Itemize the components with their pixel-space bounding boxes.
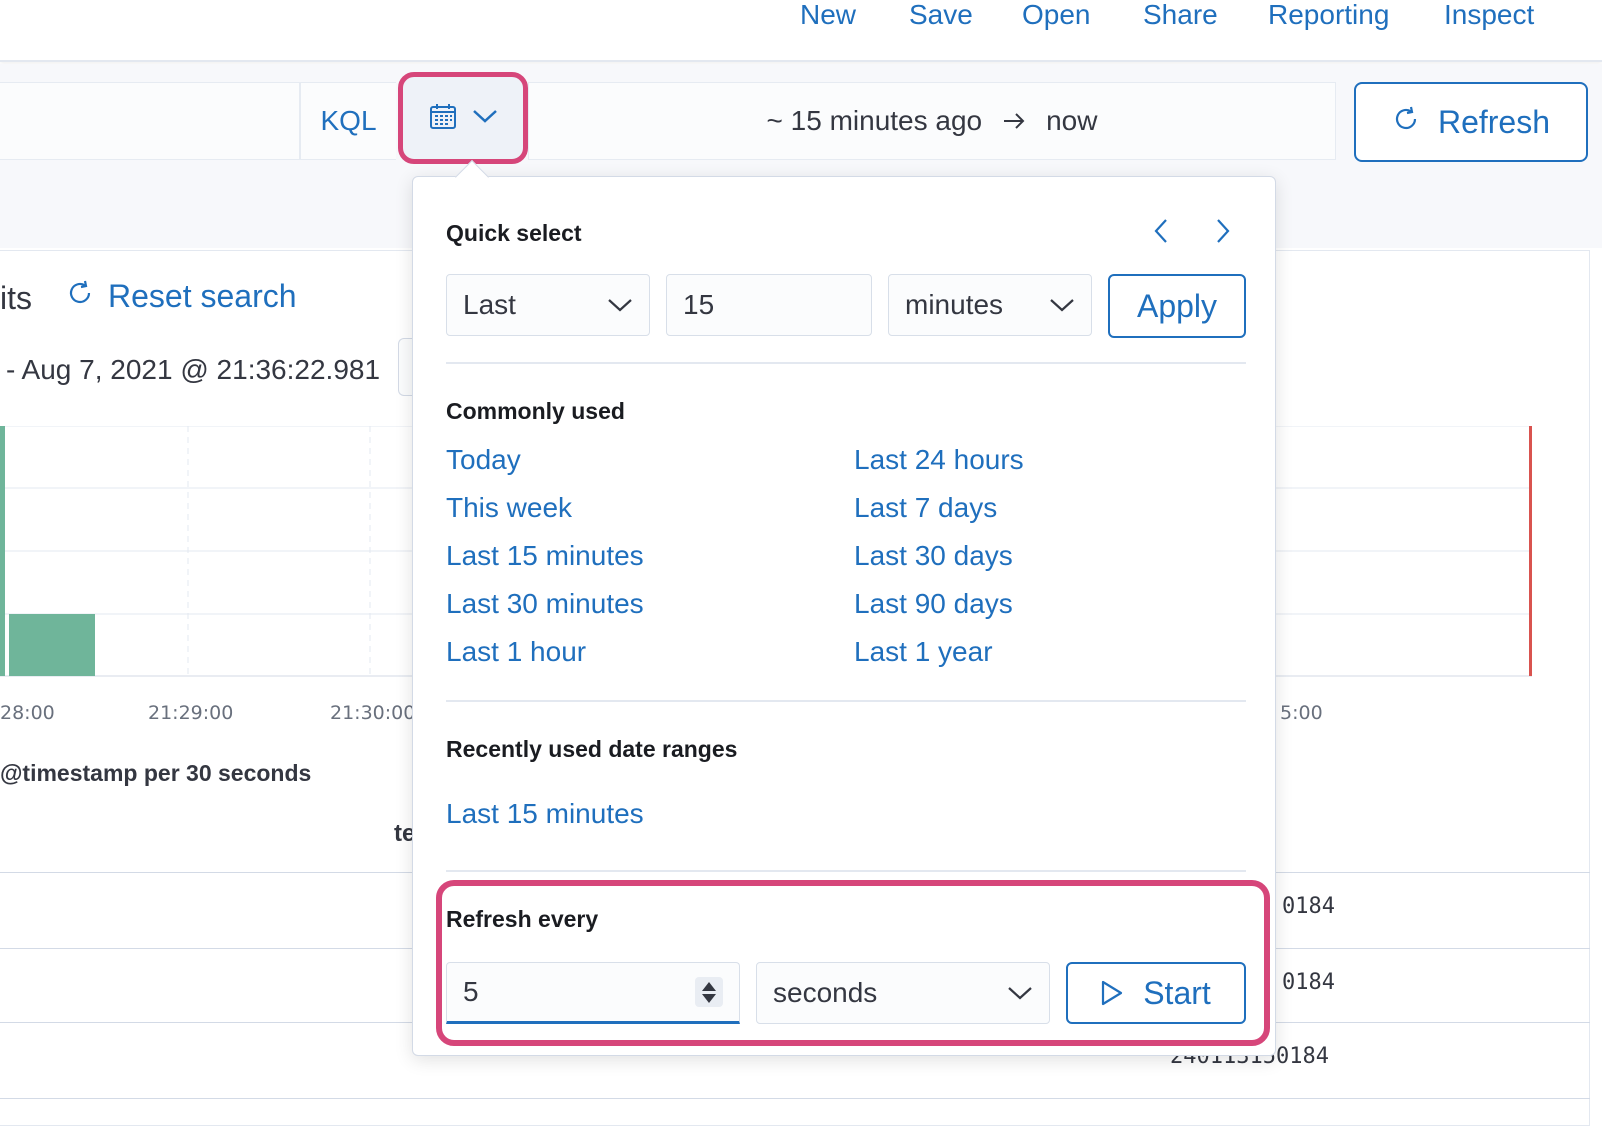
refresh-interval-input[interactable]: 5 xyxy=(446,962,740,1024)
caret-down-icon xyxy=(702,993,716,1003)
chevron-down-icon xyxy=(1050,299,1074,312)
commonly-used-link[interactable]: Last 24 hours xyxy=(854,444,1024,476)
now-marker xyxy=(1529,426,1532,676)
section-divider xyxy=(446,362,1246,364)
nav-new[interactable]: New xyxy=(800,0,856,30)
commonly-used-link[interactable]: Last 15 minutes xyxy=(446,540,644,572)
apply-button[interactable]: Apply xyxy=(1108,274,1246,338)
section-divider xyxy=(446,870,1246,872)
recent-range-link[interactable]: Last 15 minutes xyxy=(446,798,644,830)
start-refresh-button[interactable]: Start xyxy=(1066,962,1246,1024)
calendar-icon xyxy=(428,101,458,136)
tense-select[interactable]: Last xyxy=(446,274,650,336)
refresh-label: Refresh xyxy=(1437,103,1551,140)
date-end[interactable]: now xyxy=(1046,105,1097,137)
date-start[interactable]: ~ 15 minutes ago xyxy=(767,105,983,137)
start-label: Start xyxy=(1143,974,1211,1011)
time-range-caption: - Aug 7, 2021 @ 21:36:22.981 xyxy=(6,354,381,385)
previous-range-button[interactable] xyxy=(1146,216,1176,246)
commonly-used-link[interactable]: Last 1 hour xyxy=(446,636,586,668)
date-range-display[interactable]: ~ 15 minutes ago now xyxy=(528,82,1336,160)
commonly-used-link[interactable]: Last 30 days xyxy=(854,540,1013,572)
chevron-down-icon xyxy=(472,108,498,129)
table-cell: 0184 xyxy=(1282,970,1335,995)
play-icon xyxy=(1102,980,1123,1006)
refresh-icon xyxy=(66,278,94,315)
refresh-interval-value: 5 xyxy=(463,976,479,1007)
unit-select[interactable]: minutes xyxy=(888,274,1092,336)
x-tick: 28:00 xyxy=(0,702,55,724)
quick-select-title: Quick select xyxy=(446,220,582,246)
quick-select-value: 15 xyxy=(683,289,715,320)
search-input[interactable] xyxy=(0,82,300,160)
nav-open[interactable]: Open xyxy=(1022,0,1091,30)
commonly-used-link[interactable]: Last 7 days xyxy=(854,492,997,524)
top-nav: New Save Open Share Reporting Inspect xyxy=(0,0,1602,62)
x-tick: 21:29:00 xyxy=(148,702,234,724)
unit-select-value: minutes xyxy=(905,289,1004,320)
chevron-down-icon xyxy=(608,299,632,312)
nav-inspect[interactable]: Inspect xyxy=(1444,0,1534,30)
commonly-used-link[interactable]: Today xyxy=(446,444,521,476)
reset-search-label: Reset search xyxy=(108,278,297,314)
nav-save[interactable]: Save xyxy=(909,0,973,30)
table-row-divider xyxy=(0,1098,1590,1099)
recently-used-title: Recently used date ranges xyxy=(446,736,738,762)
commonly-used-link[interactable]: Last 30 minutes xyxy=(446,588,644,620)
refresh-unit-select[interactable]: seconds xyxy=(756,962,1050,1024)
commonly-used-link[interactable]: Last 90 days xyxy=(854,588,1013,620)
query-language-label: KQL xyxy=(320,105,377,136)
number-stepper[interactable] xyxy=(695,977,723,1007)
chevron-down-icon xyxy=(1008,987,1032,1000)
commonly-used-title: Commonly used xyxy=(446,398,625,424)
query-language-button[interactable]: KQL xyxy=(300,82,396,160)
chevron-right-icon xyxy=(1217,219,1230,243)
quick-menu-button[interactable] xyxy=(398,72,528,164)
x-tick: 5:00 xyxy=(1280,702,1323,724)
refresh-unit-value: seconds xyxy=(773,977,878,1008)
nav-reporting[interactable]: Reporting xyxy=(1268,0,1389,30)
histogram-bar[interactable] xyxy=(9,614,95,676)
histogram-bar[interactable] xyxy=(0,426,5,676)
commonly-used-link[interactable]: This week xyxy=(446,492,572,524)
nav-share[interactable]: Share xyxy=(1143,0,1218,30)
arrow-right-icon xyxy=(1002,105,1026,137)
section-divider xyxy=(446,700,1246,702)
table-cell: 0184 xyxy=(1282,894,1335,919)
refresh-icon xyxy=(1392,104,1420,141)
chart-x-axis-title: @timestamp per 30 seconds xyxy=(0,760,312,786)
hits-count-label: its xyxy=(0,280,32,316)
commonly-used-link[interactable]: Last 1 year xyxy=(854,636,993,668)
caret-up-icon xyxy=(702,981,716,991)
tense-select-value: Last xyxy=(463,289,516,320)
x-tick: 21:30:00 xyxy=(330,702,416,724)
chevron-left-icon xyxy=(1154,219,1167,243)
apply-label: Apply xyxy=(1136,287,1218,324)
reset-search-button[interactable]: Reset search xyxy=(66,278,297,315)
refresh-every-title: Refresh every xyxy=(446,906,599,932)
quick-select-value-input[interactable]: 15 xyxy=(666,274,872,336)
refresh-button[interactable]: Refresh xyxy=(1354,82,1588,162)
next-range-button[interactable] xyxy=(1208,216,1238,246)
